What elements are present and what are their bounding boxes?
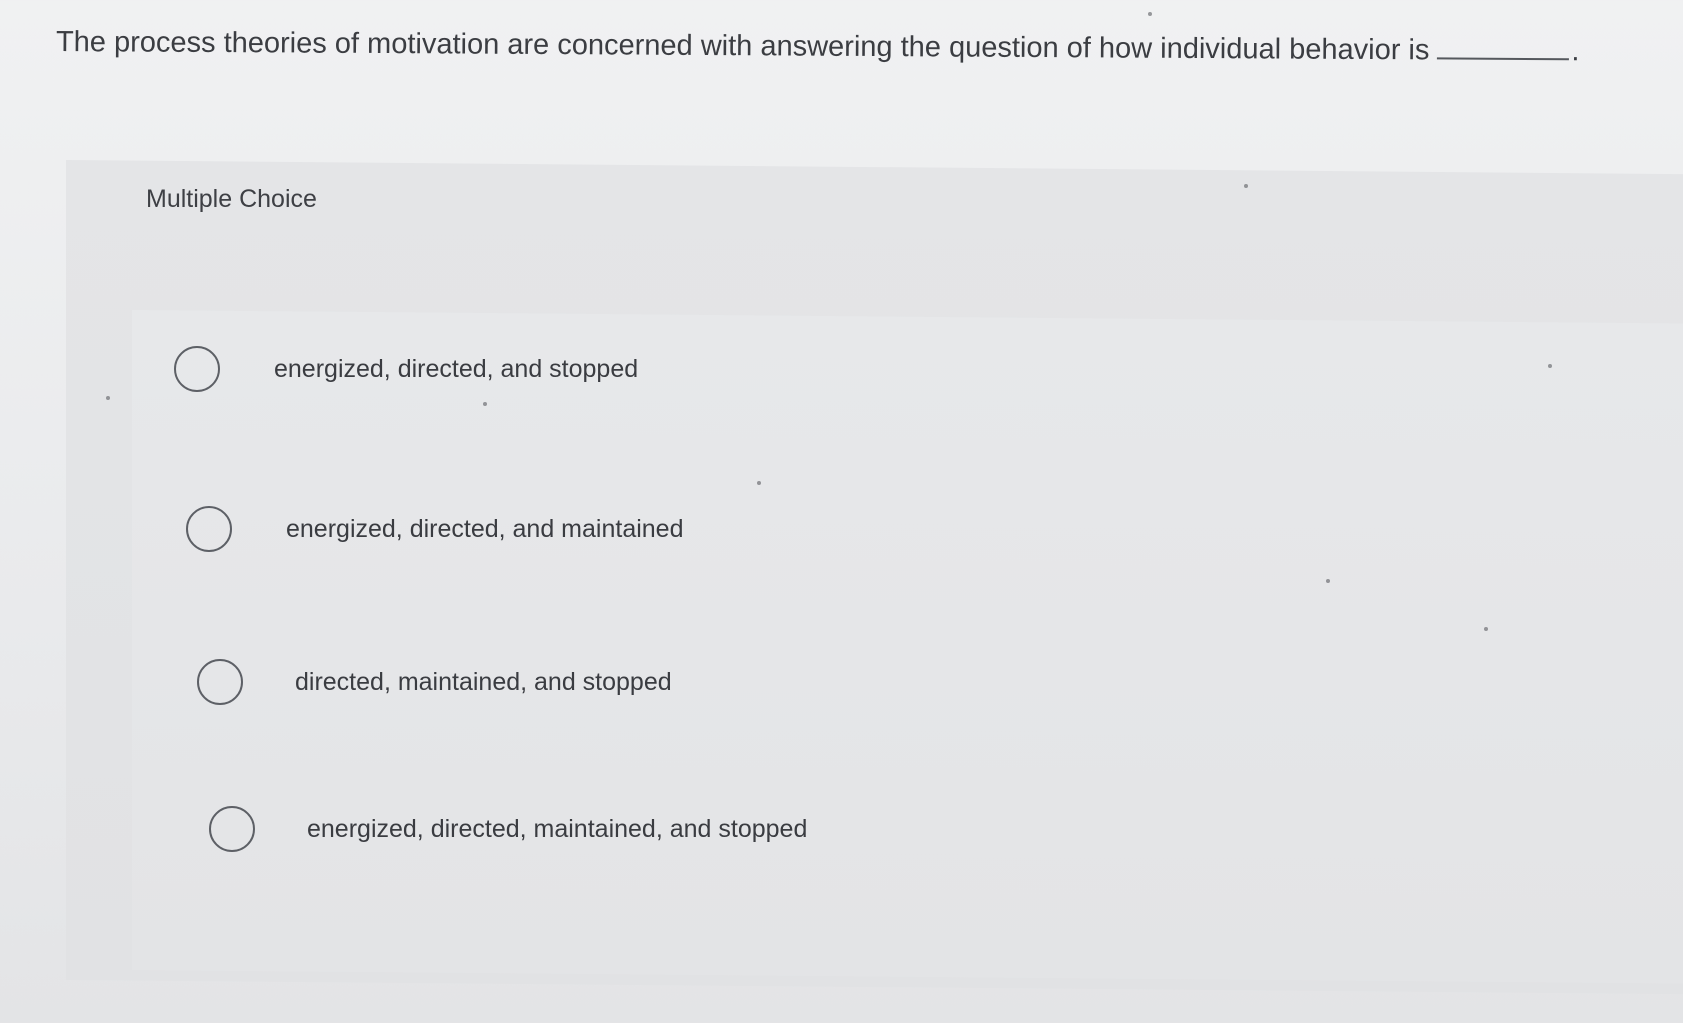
option-3-label[interactable]: directed, maintained, and stopped: [295, 668, 672, 697]
question-text: The process theories of motivation are c…: [55, 26, 1430, 67]
option-1-label[interactable]: energized, directed, and stopped: [274, 355, 638, 384]
option-4-label[interactable]: energized, directed, maintained, and sto…: [307, 815, 807, 844]
screen-speck: [106, 396, 110, 400]
screen-speck: [1244, 184, 1248, 188]
screen-speck: [1548, 364, 1552, 368]
option-4[interactable]: energized, directed, maintained, and sto…: [209, 806, 807, 852]
screen-speck: [757, 481, 761, 485]
radio-button-2[interactable]: [186, 506, 232, 552]
option-1[interactable]: energized, directed, and stopped: [174, 346, 638, 392]
screen-speck: [1484, 627, 1488, 631]
option-3[interactable]: directed, maintained, and stopped: [197, 659, 672, 705]
screen-speck: [483, 402, 487, 406]
options-card: [132, 310, 1683, 984]
screen-speck: [1326, 579, 1330, 583]
option-2[interactable]: energized, directed, and maintained: [186, 506, 684, 552]
radio-button-3[interactable]: [197, 659, 243, 705]
option-2-label[interactable]: energized, directed, and maintained: [286, 515, 684, 544]
multiple-choice-title: Multiple Choice: [146, 185, 317, 213]
answer-blank: [1437, 29, 1570, 61]
question-period: .: [1571, 35, 1580, 68]
screen-speck: [1148, 12, 1152, 16]
radio-button-4[interactable]: [209, 806, 255, 852]
radio-button-1[interactable]: [174, 346, 220, 392]
question-text-block: The process theories of motivation are c…: [56, 20, 1656, 74]
